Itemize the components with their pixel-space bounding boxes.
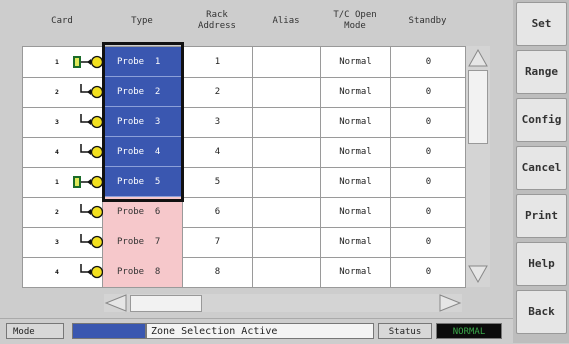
zone-table: 4 1 Probe 1 1 Normal 0 2 Probe 2 2 Normal 0 3 Probe … — [22, 46, 466, 288]
type-cell[interactable]: Probe 1 — [103, 47, 183, 77]
mode-label: Mode — [6, 323, 64, 339]
card-cell: 4 — [23, 257, 114, 287]
column-header-card: Card — [51, 16, 73, 26]
type-cell[interactable]: Probe 7 — [103, 227, 183, 257]
column-header-type: Type — [131, 16, 153, 26]
help-button[interactable]: Help — [516, 242, 567, 286]
standby-cell[interactable]: 0 — [391, 77, 466, 107]
zone-selection-message: Zone Selection Active — [146, 323, 374, 339]
rack-address-cell[interactable]: 8 — [183, 257, 253, 287]
standby-cell[interactable]: 0 — [391, 197, 466, 227]
channel-number: 3 — [55, 238, 59, 246]
tc-open-mode-cell[interactable]: Normal — [321, 227, 391, 257]
zone-table-panel: Card Type Rack Address Alias T/C Open Mode… — [0, 0, 513, 344]
config-button[interactable]: Config — [516, 98, 567, 142]
table-row[interactable]: 3 Probe 3 3 Normal 0 — [23, 107, 466, 138]
channel-number: 1 — [55, 58, 59, 66]
standby-cell[interactable]: 0 — [391, 167, 466, 197]
print-button[interactable]: Print — [516, 194, 567, 238]
table-row[interactable]: 2 Probe 6 6 Normal 0 — [23, 197, 466, 228]
standby-cell[interactable]: 0 — [391, 47, 466, 77]
tc-open-mode-cell[interactable]: Normal — [321, 107, 391, 137]
vertical-scroll-thumb[interactable] — [468, 70, 488, 144]
card-number: 4 — [34, 178, 40, 186]
alias-cell[interactable] — [253, 137, 321, 167]
standby-cell[interactable]: 0 — [391, 257, 466, 287]
table-row[interactable]: 3 Probe 7 7 Normal 0 — [23, 227, 466, 258]
alias-cell[interactable] — [253, 77, 321, 107]
status-label: Status — [378, 323, 432, 339]
tc-open-mode-cell[interactable]: Normal — [321, 137, 391, 167]
type-cell[interactable]: Probe 2 — [103, 77, 183, 107]
tc-open-mode-cell[interactable]: Normal — [321, 167, 391, 197]
type-cell[interactable]: Probe 8 — [103, 257, 183, 287]
horizontal-scroll-thumb[interactable] — [130, 295, 202, 312]
channel-number: 2 — [55, 208, 59, 216]
cancel-button[interactable]: Cancel — [516, 146, 567, 190]
channel-number: 1 — [55, 178, 59, 186]
scroll-down-arrow-icon[interactable] — [467, 264, 489, 284]
type-cell[interactable]: Probe 3 — [103, 107, 183, 137]
channel-number: 4 — [55, 268, 59, 276]
table-row[interactable]: 4 Probe 4 4 Normal 0 — [23, 137, 466, 168]
card-cell: 4 — [23, 137, 114, 167]
side-button-panel: Set Range Config Cancel Print Help Back — [513, 0, 569, 343]
table-row[interactable]: 4 1 Probe 1 1 Normal 0 — [23, 47, 466, 78]
alias-cell[interactable] — [253, 107, 321, 137]
column-header-rack-address: Rack Address — [198, 10, 236, 31]
card-cell: 3 — [23, 227, 114, 257]
card-cell: 2 — [23, 197, 114, 227]
card-cell: 41 — [23, 167, 114, 197]
set-button[interactable]: Set — [516, 2, 567, 46]
table-row[interactable]: 2 Probe 2 2 Normal 0 — [23, 77, 466, 108]
channel-number: 3 — [55, 118, 59, 126]
rack-address-cell[interactable]: 5 — [183, 167, 253, 197]
tc-open-mode-cell[interactable]: Normal — [321, 47, 391, 77]
channel-number: 4 — [55, 148, 59, 156]
status-value: NORMAL — [436, 323, 502, 339]
rack-address-cell[interactable]: 7 — [183, 227, 253, 257]
alias-cell[interactable] — [253, 227, 321, 257]
rack-address-cell[interactable]: 6 — [183, 197, 253, 227]
horizontal-scrollbar[interactable] — [104, 294, 462, 312]
type-cell[interactable]: Probe 4 — [103, 137, 183, 167]
card-number: 4 — [34, 58, 40, 66]
alias-cell[interactable] — [253, 47, 321, 77]
standby-cell[interactable]: 0 — [391, 107, 466, 137]
scroll-right-arrow-icon[interactable] — [438, 294, 462, 312]
rack-address-cell[interactable]: 1 — [183, 47, 253, 77]
rack-address-cell[interactable]: 4 — [183, 137, 253, 167]
standby-cell[interactable]: 0 — [391, 137, 466, 167]
type-cell[interactable]: Probe 5 — [103, 167, 183, 197]
alias-cell[interactable] — [253, 257, 321, 287]
card-cell: 2 — [23, 77, 114, 107]
rack-address-cell[interactable]: 3 — [183, 107, 253, 137]
tc-open-mode-cell[interactable]: Normal — [321, 257, 391, 287]
standby-cell[interactable]: 0 — [391, 227, 466, 257]
back-button[interactable]: Back — [516, 290, 567, 334]
alias-cell[interactable] — [253, 197, 321, 227]
card-cell: 41 — [23, 47, 114, 77]
tc-open-mode-cell[interactable]: Normal — [321, 77, 391, 107]
alias-cell[interactable] — [253, 167, 321, 197]
column-header-tc-open-mode: T/C Open Mode — [333, 10, 377, 31]
table-row[interactable]: 4 1 Probe 5 5 Normal 0 — [23, 167, 466, 198]
range-button[interactable]: Range — [516, 50, 567, 94]
column-header-alias: Alias — [272, 16, 300, 26]
column-header-standby: Standby — [408, 16, 447, 26]
status-bar: Mode Zone Selection Active Status NORMAL — [0, 318, 513, 344]
rack-address-cell[interactable]: 2 — [183, 77, 253, 107]
table-row[interactable]: 4 Probe 8 8 Normal 0 — [23, 257, 466, 288]
channel-number: 2 — [55, 88, 59, 96]
vertical-scrollbar[interactable] — [465, 46, 490, 287]
mode-indicator — [72, 323, 146, 339]
tc-open-mode-cell[interactable]: Normal — [321, 197, 391, 227]
scroll-left-arrow-icon[interactable] — [104, 294, 128, 312]
type-cell[interactable]: Probe 6 — [103, 197, 183, 227]
card-cell: 3 — [23, 107, 114, 137]
scroll-up-arrow-icon[interactable] — [467, 48, 489, 68]
